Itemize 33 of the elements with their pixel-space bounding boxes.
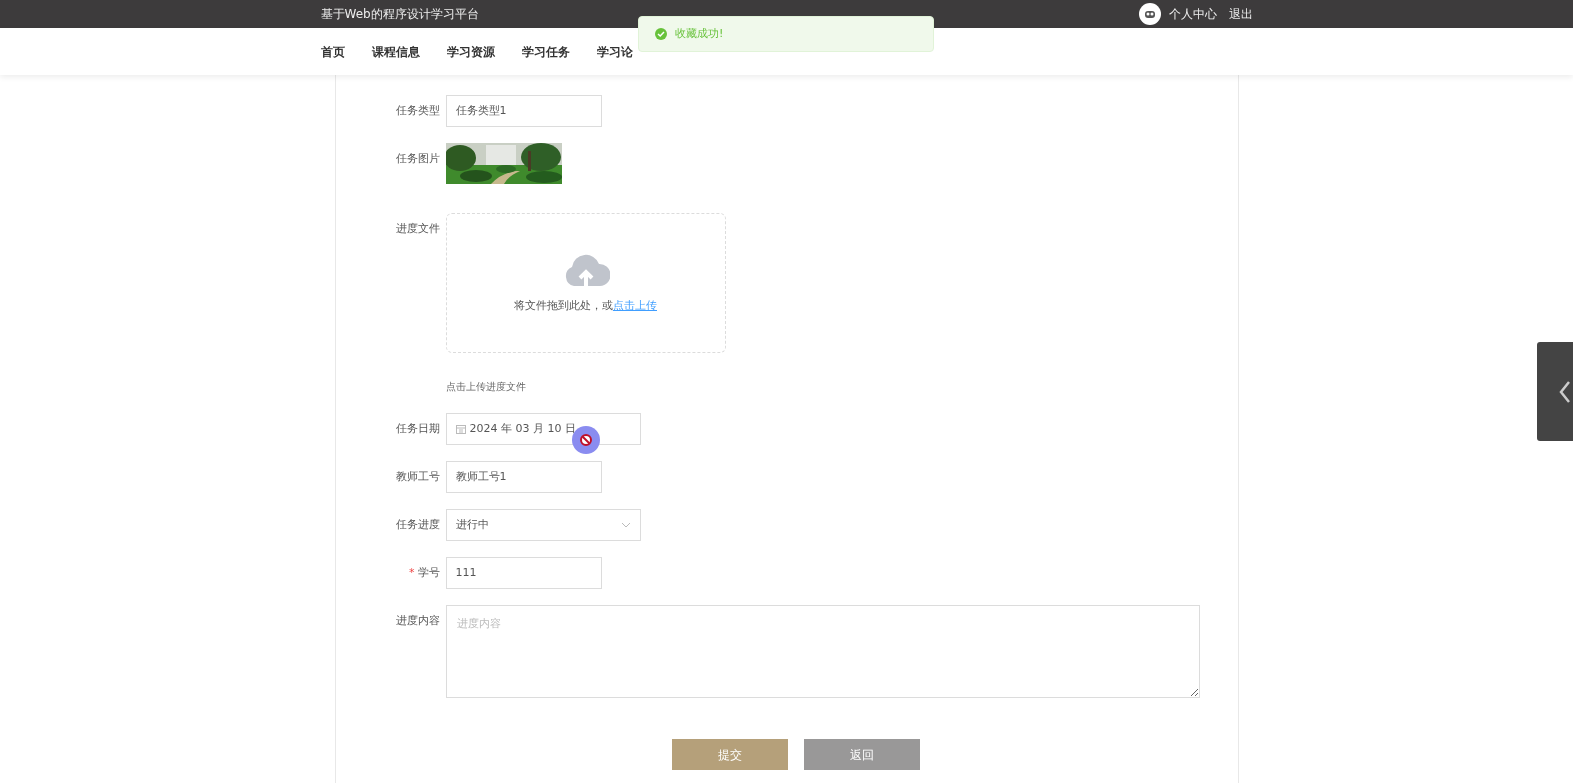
- input-field[interactable]: 教师工号1: [445, 461, 602, 493]
- toast-message: 收藏成功!: [638, 16, 934, 52]
- upload-dropzone[interactable]: 将文件拖到此处，或点击上传: [445, 213, 726, 353]
- upload-hint: 点击上传进度文件: [445, 380, 527, 394]
- required-asterisk: *: [409, 566, 415, 579]
- nav-link[interactable]: 课程信息: [371, 42, 420, 61]
- select-field[interactable]: 进行中: [445, 509, 641, 541]
- chevron-down-icon: [620, 522, 631, 528]
- user-center-link[interactable]: 个人中心: [1168, 5, 1217, 23]
- calendar-icon: [455, 424, 466, 434]
- site-title: 基于Web的程序设计学习平台: [320, 6, 479, 23]
- check-circle-icon: [655, 28, 667, 40]
- input-field[interactable]: 任务类型1: [445, 95, 602, 127]
- field-label: 任务类型: [395, 104, 440, 117]
- avatar-icon[interactable]: [1138, 3, 1161, 25]
- side-toggle-tab[interactable]: [1537, 342, 1573, 441]
- text-area[interactable]: 进度内容: [445, 605, 1200, 698]
- nav-link[interactable]: 学习论: [596, 42, 633, 61]
- date-field[interactable]: 2024 年 03 月 10 日: [445, 413, 641, 445]
- nav-link[interactable]: 学习任务: [521, 42, 570, 61]
- input-field[interactable]: 111: [445, 557, 602, 589]
- field-label: 教师工号: [395, 470, 440, 483]
- field-label: 学号: [417, 566, 440, 579]
- field-label: 任务进度: [395, 518, 440, 531]
- field-label: 进度文件: [395, 222, 440, 235]
- field-label: 任务图片: [395, 152, 440, 165]
- upload-instruction: 将文件拖到此处，或点击上传: [514, 297, 657, 314]
- nav-link[interactable]: 学习资源: [446, 42, 495, 61]
- field-label: 任务日期: [395, 422, 440, 435]
- not-allowed-cursor-icon: [572, 426, 600, 454]
- field-label: 进度内容: [395, 614, 440, 627]
- logout-link[interactable]: 退出: [1228, 5, 1253, 23]
- nav-link[interactable]: 首页: [320, 42, 345, 61]
